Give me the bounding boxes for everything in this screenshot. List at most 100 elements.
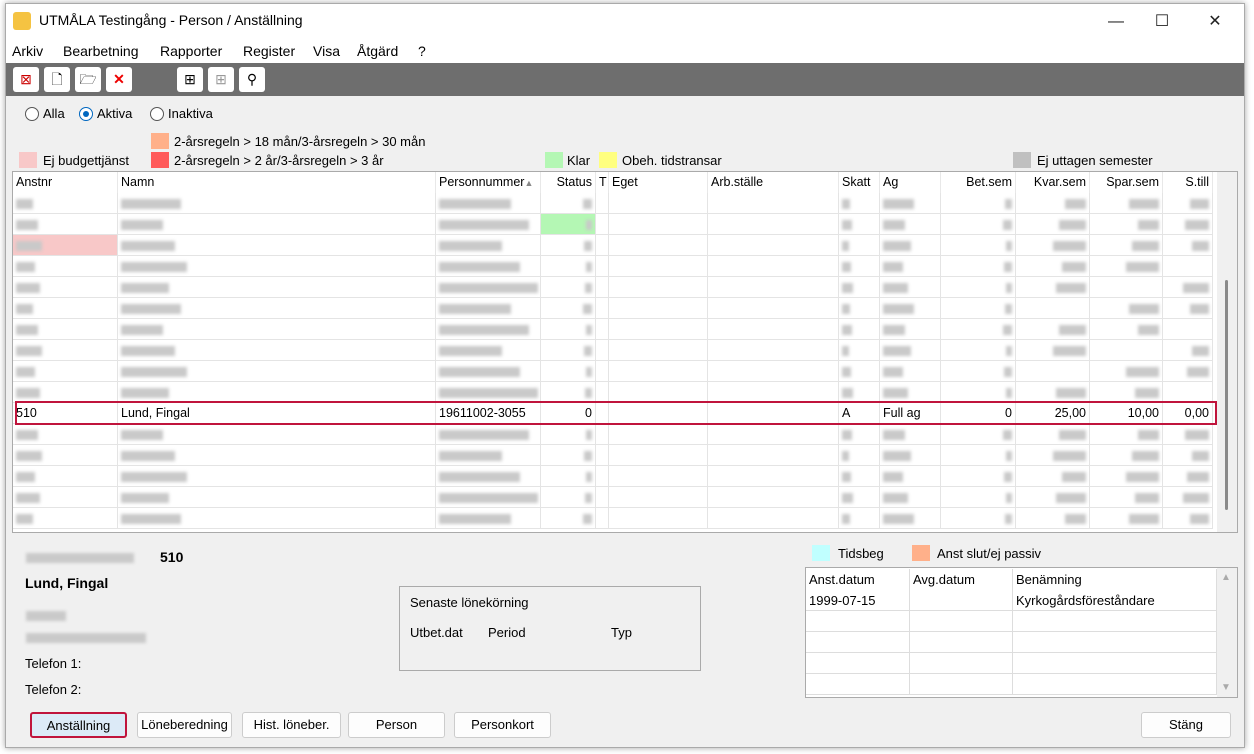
cell-skatt[interactable]: A [839,403,880,424]
cell-blurred[interactable] [1090,235,1163,256]
cell-blurred[interactable] [436,235,541,256]
employment-cell[interactable] [910,632,1013,653]
employment-cell[interactable] [1013,653,1217,674]
menu-arkiv[interactable]: Arkiv [12,43,43,59]
cell-blurred[interactable] [436,193,541,214]
cell-blurred[interactable] [118,466,436,487]
cell-blurred[interactable] [1016,193,1090,214]
cell-blurred[interactable] [1016,445,1090,466]
employment-cell[interactable] [910,611,1013,632]
cell-blurred[interactable] [1163,319,1213,340]
column-header-status[interactable]: Status [541,172,596,193]
grid-view-icon[interactable]: ⊞ [177,67,203,92]
cell-blurred[interactable] [1016,508,1090,529]
cell-anstnr[interactable]: 510 [13,403,118,424]
cell-blurred[interactable] [609,256,708,277]
cell-t[interactable] [596,403,609,424]
employment-header[interactable]: Anst.datum [806,569,910,590]
cell-blurred[interactable] [118,298,436,319]
cell-blurred[interactable] [436,277,541,298]
cell-still[interactable]: 0,00 [1163,403,1213,424]
cell-blurred[interactable] [13,361,118,382]
cell-blurred[interactable] [941,298,1016,319]
column-header-eget[interactable]: Eget [609,172,708,193]
filter-inaktiva[interactable]: Inaktiva [150,106,213,121]
cell-blurred[interactable] [1016,487,1090,508]
cell-blurred[interactable] [880,424,941,445]
employment-scrollbar[interactable]: ▲ ▼ [1217,568,1237,697]
cell-blurred[interactable] [1163,214,1213,235]
cell-blurred[interactable] [941,361,1016,382]
cell-blurred[interactable] [609,508,708,529]
cell-blurred[interactable] [1163,424,1213,445]
binoculars-icon[interactable]: ⚲ [239,67,265,92]
cell-blurred[interactable] [118,487,436,508]
cell-blurred[interactable] [436,424,541,445]
cell-blurred[interactable] [1163,508,1213,529]
cell-blurred[interactable] [596,487,609,508]
cell-blurred[interactable] [1090,445,1163,466]
employment-cell[interactable] [806,653,910,674]
cell-blurred[interactable] [839,424,880,445]
employment-cell[interactable] [806,632,910,653]
cell-blurred[interactable] [941,277,1016,298]
cell-blurred[interactable] [541,361,596,382]
menu-help[interactable]: ? [418,43,426,59]
cell-blurred[interactable] [13,256,118,277]
cell-sparsem[interactable]: 10,00 [1090,403,1163,424]
employment-cell[interactable] [1013,632,1217,653]
new-document-icon[interactable]: 🗋 [44,67,70,92]
cell-blurred[interactable] [13,466,118,487]
table-scrollbar[interactable] [1217,172,1237,532]
cell-blurred[interactable] [436,256,541,277]
cell-blurred[interactable] [118,256,436,277]
cell-blurred[interactable] [13,382,118,403]
cell-blurred[interactable] [596,340,609,361]
column-header-anstnr[interactable]: Anstnr [13,172,118,193]
cell-blurred[interactable] [1163,466,1213,487]
cell-blurred[interactable] [880,214,941,235]
cell-blurred[interactable] [1163,445,1213,466]
cell-kvarsem[interactable]: 25,00 [1016,403,1090,424]
cell-blurred[interactable] [1163,487,1213,508]
cell-blurred[interactable] [708,277,839,298]
cell-blurred[interactable] [708,424,839,445]
cell-blurred[interactable] [941,319,1016,340]
cell-blurred[interactable] [596,508,609,529]
cell-blurred[interactable] [880,277,941,298]
cell-blurred[interactable] [708,466,839,487]
cell-blurred[interactable] [596,445,609,466]
cell-blurred[interactable] [609,235,708,256]
menu-visa[interactable]: Visa [313,43,340,59]
cell-blurred[interactable] [708,340,839,361]
stang-button[interactable]: Stäng [1141,712,1231,738]
employment-cell[interactable] [1013,611,1217,632]
cell-blurred[interactable] [839,214,880,235]
cell-blurred[interactable] [880,193,941,214]
cell-blurred[interactable] [839,508,880,529]
cell-blurred[interactable] [1090,319,1163,340]
cell-blurred[interactable] [839,193,880,214]
cell-blurred[interactable] [596,214,609,235]
menu-register[interactable]: Register [243,43,295,59]
cell-blurred[interactable] [436,508,541,529]
cell-blurred[interactable] [941,445,1016,466]
loneberedning-button[interactable]: Löneberedning [137,712,232,738]
cell-blurred[interactable] [880,340,941,361]
cell-blurred[interactable] [609,445,708,466]
cell-blurred[interactable] [118,214,436,235]
cell-blurred[interactable] [1163,361,1213,382]
cell-blurred[interactable] [541,193,596,214]
cell-blurred[interactable] [708,256,839,277]
cell-blurred[interactable] [880,487,941,508]
anstallning-button[interactable]: Anställning [30,712,127,738]
close-button[interactable]: ✕ [1192,9,1238,35]
cell-blurred[interactable] [941,193,1016,214]
cell-blurred[interactable] [1163,277,1213,298]
cell-blurred[interactable] [1163,235,1213,256]
cell-blurred[interactable] [118,340,436,361]
minimize-button[interactable]: — [1093,9,1139,35]
cell-blurred[interactable] [880,361,941,382]
cell-blurred[interactable] [1090,466,1163,487]
cell-blurred[interactable] [118,508,436,529]
